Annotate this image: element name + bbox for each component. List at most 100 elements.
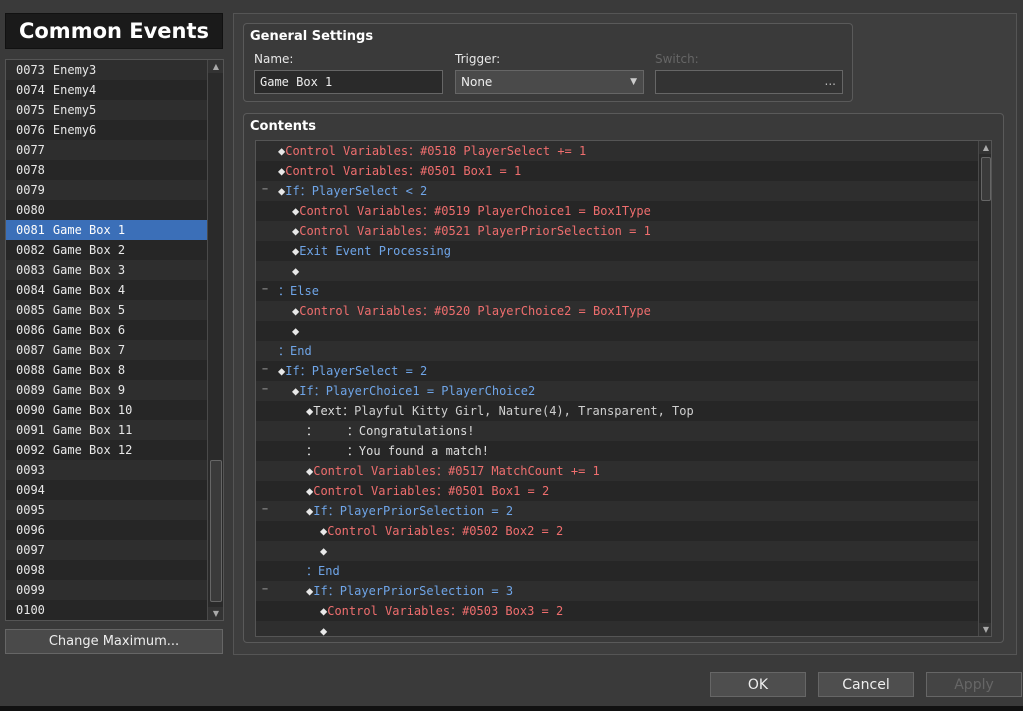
command-row[interactable]: ◆ bbox=[256, 541, 978, 561]
event-id: 0073 bbox=[16, 63, 45, 77]
event-list-item[interactable]: 0077 bbox=[6, 140, 207, 160]
event-list-item[interactable]: 0099 bbox=[6, 580, 207, 600]
command-row[interactable]: ：End bbox=[256, 561, 978, 581]
event-list-item[interactable]: 0085 Game Box 5 bbox=[6, 300, 207, 320]
event-list-item[interactable]: 0097 bbox=[6, 540, 207, 560]
event-list-item[interactable]: 0082 Game Box 2 bbox=[6, 240, 207, 260]
command-row[interactable]: ：End bbox=[256, 341, 978, 361]
command-row[interactable]: − ：Else bbox=[256, 281, 978, 301]
command-row[interactable]: − ◆If：PlayerSelect < 2 bbox=[256, 181, 978, 201]
event-id: 0093 bbox=[16, 463, 45, 477]
collapse-toggle-icon[interactable]: − bbox=[261, 585, 269, 595]
command-row[interactable]: ◆Control Variables：#0520 PlayerChoice2 =… bbox=[256, 301, 978, 321]
command-row[interactable]: ◆Control Variables：#0517 MatchCount += 1 bbox=[256, 461, 978, 481]
command-text: ◆Control Variables：#0518 PlayerSelect +=… bbox=[278, 141, 586, 161]
command-row[interactable]: ◆ bbox=[256, 261, 978, 281]
command-token: ： bbox=[306, 424, 319, 438]
command-list-scroll-thumb[interactable] bbox=[981, 157, 991, 201]
event-list-item[interactable]: 0093 bbox=[6, 460, 207, 480]
event-command-list[interactable]: ◆Control Variables：#0518 PlayerSelect +=… bbox=[255, 140, 992, 637]
command-row[interactable]: ◆Control Variables：#0518 PlayerSelect +=… bbox=[256, 141, 978, 161]
command-row[interactable]: − ◆If：PlayerChoice1 = PlayerChoice2 bbox=[256, 381, 978, 401]
scroll-up-arrow-icon[interactable]: ▲ bbox=[208, 60, 223, 73]
command-row[interactable]: ◆Control Variables：#0501 Box1 = 2 bbox=[256, 481, 978, 501]
event-list-item[interactable]: 0084 Game Box 4 bbox=[6, 280, 207, 300]
command-row[interactable]: ◆Control Variables：#0502 Box2 = 2 bbox=[256, 521, 978, 541]
command-row[interactable]: ◆ bbox=[256, 621, 978, 636]
command-token: Control Variables： bbox=[299, 204, 435, 218]
command-row[interactable]: ◆Control Variables：#0503 Box3 = 2 bbox=[256, 601, 978, 621]
event-list-item[interactable]: 0076 Enemy6 bbox=[6, 120, 207, 140]
event-name: Game Box 9 bbox=[52, 383, 126, 397]
command-text: ：Else bbox=[278, 281, 319, 301]
event-list-item[interactable]: 0078 bbox=[6, 160, 207, 180]
command-row[interactable]: ◆Exit Event Processing bbox=[256, 241, 978, 261]
event-id: 0074 bbox=[16, 83, 45, 97]
command-row[interactable]: ◆ bbox=[256, 321, 978, 341]
collapse-toggle-icon[interactable]: − bbox=[261, 385, 269, 395]
scroll-down-arrow-icon[interactable]: ▼ bbox=[979, 623, 991, 636]
command-text: ： ：You found a match! bbox=[306, 441, 489, 461]
event-id: 0077 bbox=[16, 143, 45, 157]
event-list-item[interactable]: 0081 Game Box 1 bbox=[6, 220, 207, 240]
collapse-toggle-icon[interactable]: − bbox=[261, 185, 269, 195]
command-text: ：End bbox=[306, 561, 340, 581]
event-name: Enemy5 bbox=[52, 103, 97, 117]
event-list-item[interactable]: 0091 Game Box 11 bbox=[6, 420, 207, 440]
event-id: 0091 bbox=[16, 423, 45, 437]
event-id: 0100 bbox=[16, 603, 45, 617]
common-events-list[interactable]: 0073 Enemy3 0074 Enemy4 0075 Enemy5 0076 Enemy6… bbox=[5, 59, 224, 621]
trigger-dropdown[interactable]: None ▼ bbox=[455, 70, 644, 94]
event-list-item[interactable]: 0086 Game Box 6 bbox=[6, 320, 207, 340]
common-events-rows: 0073 Enemy3 0074 Enemy4 0075 Enemy5 0076 Enemy6… bbox=[6, 60, 207, 620]
change-maximum-button[interactable]: Change Maximum... bbox=[5, 629, 223, 654]
command-list-scrollbar[interactable]: ▲ ▼ bbox=[978, 141, 991, 636]
command-row[interactable]: ◆Text：Playful Kitty Girl, Nature(4), Tra… bbox=[256, 401, 978, 421]
command-row[interactable]: ◆Control Variables：#0501 Box1 = 1 bbox=[256, 161, 978, 181]
event-list-item[interactable]: 0092 Game Box 12 bbox=[6, 440, 207, 460]
event-list-item[interactable]: 0090 Game Box 10 bbox=[6, 400, 207, 420]
cancel-button[interactable]: Cancel bbox=[818, 672, 914, 697]
event-list-item[interactable]: 0087 Game Box 7 bbox=[6, 340, 207, 360]
command-text: ◆If：PlayerPriorSelection = 2 bbox=[306, 501, 513, 521]
command-token: ： bbox=[318, 444, 359, 458]
scroll-down-arrow-icon[interactable]: ▼ bbox=[208, 607, 223, 620]
command-row[interactable]: ： ：Congratulations! bbox=[256, 421, 978, 441]
name-input[interactable]: Game Box 1 bbox=[254, 70, 443, 94]
event-list-scrollbar[interactable]: ▲ ▼ bbox=[207, 60, 223, 620]
command-token: #0502 Box2 = 2 bbox=[462, 524, 564, 538]
command-token: ： bbox=[278, 344, 291, 358]
event-list-item[interactable]: 0083 Game Box 3 bbox=[6, 260, 207, 280]
event-id: 0094 bbox=[16, 483, 45, 497]
command-row[interactable]: ◆Control Variables：#0521 PlayerPriorSele… bbox=[256, 221, 978, 241]
command-row[interactable]: ： ：You found a match! bbox=[256, 441, 978, 461]
scroll-up-arrow-icon[interactable]: ▲ bbox=[979, 141, 991, 154]
command-text: ◆Exit Event Processing bbox=[292, 241, 451, 261]
command-row[interactable]: − ◆If：PlayerPriorSelection = 2 bbox=[256, 501, 978, 521]
event-list-item[interactable]: 0094 bbox=[6, 480, 207, 500]
event-list-item[interactable]: 0079 bbox=[6, 180, 207, 200]
event-list-item[interactable]: 0100 bbox=[6, 600, 207, 620]
event-list-item[interactable]: 0096 bbox=[6, 520, 207, 540]
collapse-toggle-icon[interactable]: − bbox=[261, 365, 269, 375]
apply-button[interactable]: Apply bbox=[926, 672, 1022, 697]
command-row[interactable]: − ◆If：PlayerPriorSelection = 3 bbox=[256, 581, 978, 601]
collapse-toggle-icon[interactable]: − bbox=[261, 505, 269, 515]
event-list-item[interactable]: 0080 bbox=[6, 200, 207, 220]
event-list-item[interactable]: 0089 Game Box 9 bbox=[6, 380, 207, 400]
event-list-item[interactable]: 0095 bbox=[6, 500, 207, 520]
command-row[interactable]: ◆Control Variables：#0519 PlayerChoice1 =… bbox=[256, 201, 978, 221]
event-list-item[interactable]: 0073 Enemy3 bbox=[6, 60, 207, 80]
command-text: ◆ bbox=[320, 621, 327, 636]
event-list-item[interactable]: 0098 bbox=[6, 560, 207, 580]
event-list-scroll-thumb[interactable] bbox=[210, 460, 222, 602]
event-list-item[interactable]: 0088 Game Box 8 bbox=[6, 360, 207, 380]
command-token: Control Variables： bbox=[327, 524, 463, 538]
collapse-toggle-icon[interactable]: − bbox=[261, 285, 269, 295]
command-row[interactable]: − ◆If：PlayerSelect = 2 bbox=[256, 361, 978, 381]
ok-button[interactable]: OK bbox=[710, 672, 806, 697]
command-token: Else bbox=[290, 284, 319, 298]
event-list-item[interactable]: 0075 Enemy5 bbox=[6, 100, 207, 120]
event-list-item[interactable]: 0074 Enemy4 bbox=[6, 80, 207, 100]
switch-browse-button[interactable]: ... bbox=[825, 70, 836, 92]
